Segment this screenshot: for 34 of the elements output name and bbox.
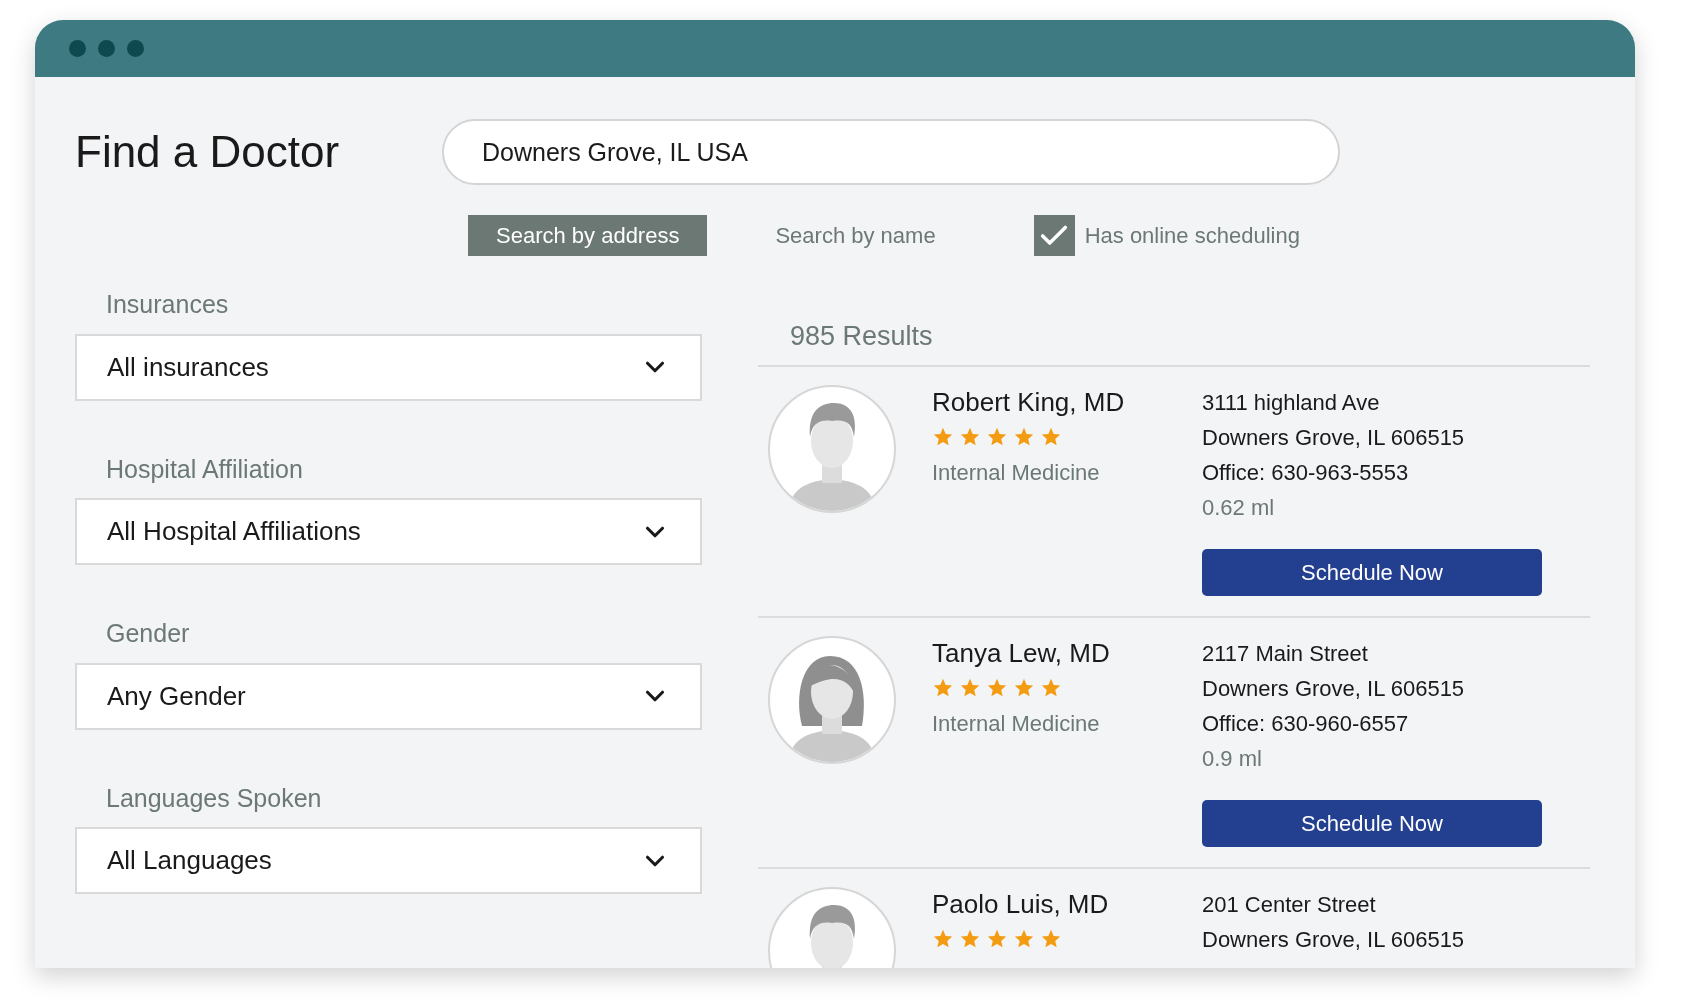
person-avatar-icon (768, 635, 896, 764)
distance-text: 0.62 ml (1202, 493, 1276, 522)
search-field[interactable]: Downers Grove, IL USA (442, 119, 1340, 185)
doctor-name: Tanya Lew, MD (932, 636, 1111, 670)
schedule-now-button[interactable]: Schedule Now (1202, 548, 1542, 596)
address-line: 3111 highland Ave (1202, 388, 1381, 417)
page-title: Find a Doctor (75, 126, 341, 178)
address-line: Downers Grove, IL 606515 (1202, 925, 1465, 954)
doctor-specialty: Internal Medicine (932, 458, 1101, 487)
address-line: Office: 630-963-5553 (1202, 458, 1410, 487)
filter-dropdown[interactable]: Any Gender (75, 662, 702, 730)
filter-label: Insurances (105, 289, 230, 320)
filter-label: Gender (105, 618, 191, 649)
address-line: Downers Grove, IL 606515 (1202, 674, 1466, 703)
address-line: 201 Center Street (1202, 890, 1377, 919)
filter-dropdown[interactable]: All Hospital Affiliations (75, 498, 702, 565)
person-avatar-icon (768, 384, 896, 513)
filter-label: Hospital Affiliation (105, 453, 304, 485)
filter-label: Languages Spoken (105, 782, 323, 814)
checkbox-label: Has online scheduling (1084, 222, 1300, 250)
doctor-name: Robert King, MD (932, 385, 1126, 419)
checkbox[interactable] (1033, 215, 1075, 256)
distance-text: 0.9 ml (1202, 744, 1263, 773)
results-count: 985 Results (790, 321, 933, 351)
filter-dropdown[interactable]: All Languages (75, 827, 702, 894)
search-mode-tab[interactable]: Search by name (747, 215, 964, 256)
address-line: Office: 630-960-6557 (1202, 709, 1410, 738)
doctor-specialty: Internal Medicine (932, 709, 1101, 738)
address-line: Downers Grove, IL 606515 (1202, 423, 1466, 452)
search-mode-tab[interactable]: Search by address (468, 215, 708, 256)
address-line: 2117 Main Street (1202, 639, 1369, 668)
doctor-name: Paolo Luis, MD (932, 887, 1110, 921)
filter-dropdown[interactable]: All insurances (75, 333, 702, 401)
schedule-now-button[interactable]: Schedule Now (1202, 799, 1542, 847)
